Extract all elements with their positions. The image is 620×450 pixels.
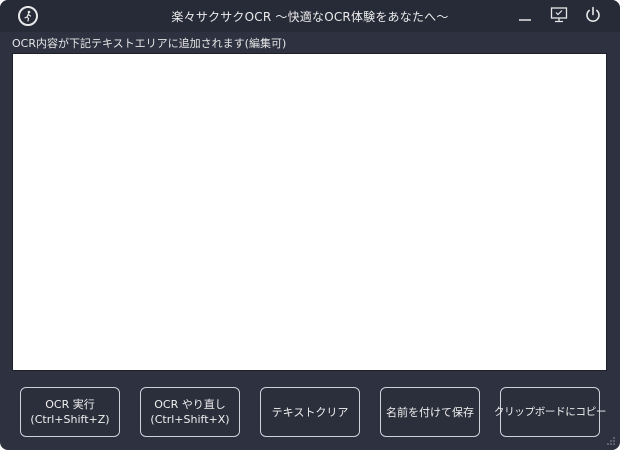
- copy-clipboard-label: クリップボードにコピー: [493, 405, 607, 418]
- monitor-button[interactable]: [546, 3, 572, 27]
- text-clear-label: テキストクリア: [271, 405, 349, 419]
- save-as-label: 名前を付けて保存: [386, 405, 474, 419]
- ocr-run-label: OCR 実行: [45, 398, 95, 411]
- ocr-redo-button[interactable]: OCR やり直し (Ctrl+Shift+X): [140, 387, 240, 437]
- power-icon: [586, 6, 600, 22]
- ocr-run-shortcut: (Ctrl+Shift+Z): [30, 413, 110, 426]
- copy-clipboard-button[interactable]: クリップボードにコピー: [494, 387, 606, 437]
- minimize-icon: [519, 19, 531, 21]
- app-window: 楽々サクサクOCR 〜快適なOCR体験をあなたへ〜 OCR内容が下記テキストエリ…: [0, 0, 620, 450]
- save-as-button[interactable]: 名前を付けて保存: [380, 387, 480, 437]
- instruction-label: OCR内容が下記テキストエリアに追加されます(編集可): [12, 37, 287, 50]
- ocr-text-area[interactable]: [12, 53, 607, 371]
- ocr-redo-label: OCR やり直し: [154, 398, 226, 411]
- title-bar[interactable]: 楽々サクサクOCR 〜快適なOCR体験をあなたへ〜: [0, 0, 620, 32]
- minimize-button[interactable]: [512, 3, 538, 27]
- ocr-redo-shortcut: (Ctrl+Shift+X): [150, 413, 230, 426]
- power-button[interactable]: [580, 3, 606, 27]
- monitor-check-icon: [550, 7, 568, 23]
- resize-grip-icon[interactable]: [606, 436, 616, 446]
- ocr-run-button[interactable]: OCR 実行 (Ctrl+Shift+Z): [20, 387, 120, 437]
- text-clear-button[interactable]: テキストクリア: [260, 387, 360, 437]
